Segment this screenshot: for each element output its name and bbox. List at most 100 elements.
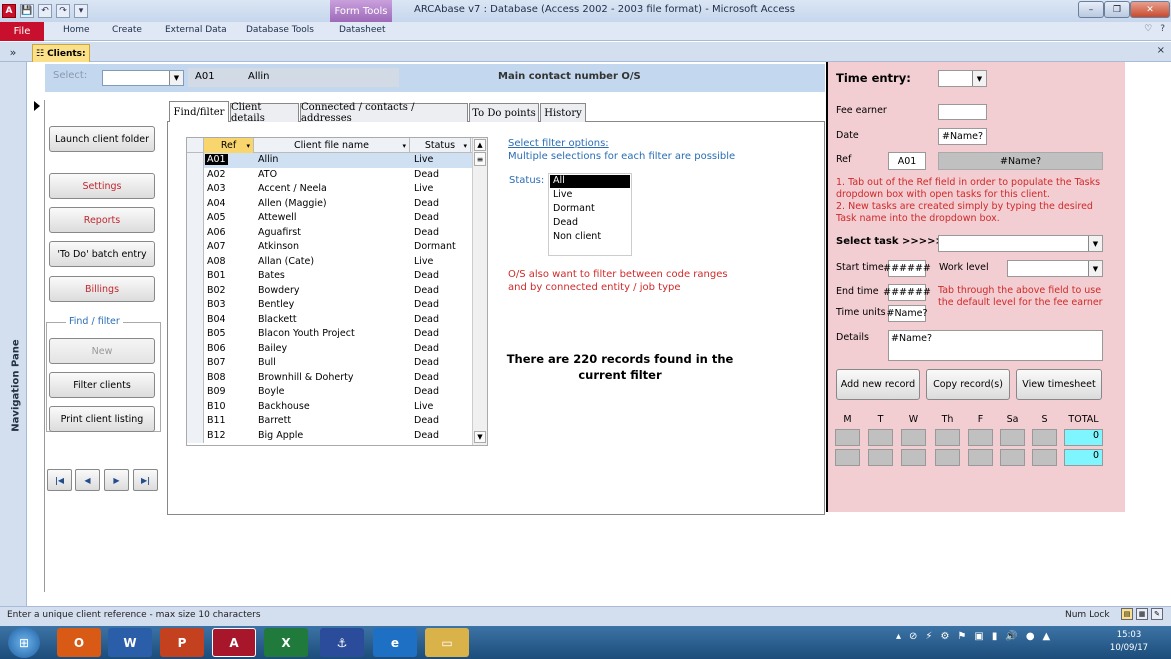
table-row[interactable]: B02 Bowdery Dead — [187, 283, 473, 298]
cell-client-file-name[interactable]: Bowdery — [258, 285, 300, 296]
tab-create[interactable]: Create — [112, 25, 142, 35]
cell-status[interactable]: Live — [414, 154, 433, 165]
table-row[interactable]: B12 Big Apple Dead — [187, 428, 473, 443]
tab-database-tools[interactable]: Database Tools — [246, 25, 314, 35]
table-row[interactable]: B03 Bentley Dead — [187, 298, 473, 313]
select-filter-options-link[interactable]: Select filter options: — [508, 138, 609, 149]
help-icon[interactable]: ? — [1160, 24, 1165, 34]
ribbon-collapse-icon[interactable]: ♡ — [1144, 24, 1152, 34]
scroll-up-icon[interactable]: ▲ — [474, 139, 486, 151]
close-document-icon[interactable]: × — [1157, 45, 1165, 56]
cell-client-file-name[interactable]: Barrett — [258, 415, 291, 426]
document-tab-clients[interactable]: ☷ Clients: — [32, 44, 90, 62]
design-view-icon[interactable]: ✎ — [1151, 608, 1163, 620]
row-selector[interactable] — [187, 298, 204, 313]
time-units-field[interactable]: #Name? — [886, 305, 928, 322]
todo-batch-entry-button[interactable]: 'To Do' batch entry — [49, 241, 155, 267]
cell-ref[interactable]: B11 — [207, 415, 226, 426]
cell-client-file-name[interactable]: Atkinson — [258, 241, 299, 252]
cell-client-file-name[interactable]: ATO — [258, 169, 277, 180]
details-field[interactable]: #Name? — [888, 330, 1103, 361]
word-taskbar-icon[interactable]: W — [108, 628, 152, 657]
timesheet-day-cell[interactable] — [968, 449, 993, 466]
cell-client-file-name[interactable]: Aguafirst — [258, 227, 301, 238]
action-center-icon[interactable]: ⚑ — [957, 631, 966, 642]
tray-app-icon[interactable]: ⚡ — [925, 631, 932, 642]
scroll-thumb[interactable]: ≡ — [474, 152, 486, 166]
status-option-non-client[interactable]: Non client — [550, 231, 630, 244]
cell-client-file-name[interactable]: Bull — [258, 357, 276, 368]
cell-status[interactable]: Dormant — [414, 241, 456, 252]
copy-records-button[interactable]: Copy record(s) — [926, 369, 1010, 400]
cell-status[interactable]: Dead — [414, 343, 439, 354]
cell-ref[interactable]: B03 — [207, 299, 226, 310]
cell-status[interactable]: Dead — [414, 198, 439, 209]
cell-status[interactable]: Dead — [414, 227, 439, 238]
row-selector[interactable] — [187, 312, 204, 327]
cell-ref[interactable]: B07 — [207, 357, 226, 368]
cell-ref[interactable]: A03 — [207, 183, 226, 194]
tab-external-data[interactable]: External Data — [165, 25, 227, 35]
tab-client-details[interactable]: Client details — [230, 102, 299, 124]
record-selector[interactable] — [28, 100, 45, 592]
cell-ref[interactable]: B09 — [207, 386, 226, 397]
timesheet-day-cell[interactable] — [901, 429, 926, 446]
tab-find-filter[interactable]: Find/filter — [169, 101, 229, 122]
cell-client-file-name[interactable]: Big Apple — [258, 430, 303, 441]
date-field[interactable]: #Name? — [938, 128, 987, 145]
cell-status[interactable]: Dead — [414, 169, 439, 180]
add-new-record-button[interactable]: Add new record — [836, 369, 920, 400]
cell-status[interactable]: Dead — [414, 415, 439, 426]
billings-button[interactable]: Billings — [49, 276, 155, 302]
datasheet-view-icon[interactable]: ▦ — [1136, 608, 1148, 620]
nav-pane-expand-button[interactable]: » — [0, 42, 26, 62]
table-row[interactable]: B04 Blackett Dead — [187, 312, 473, 327]
volume-icon[interactable]: 🔊 — [1005, 631, 1017, 642]
cell-client-file-name[interactable]: Allen (Maggie) — [258, 198, 327, 209]
tab-history[interactable]: History — [540, 103, 586, 122]
app-taskbar-icon[interactable]: ⚓ — [320, 628, 364, 657]
table-row[interactable]: A06 Aguafirst Dead — [187, 225, 473, 240]
row-selector[interactable] — [187, 341, 204, 356]
fee-earner-field[interactable] — [938, 104, 987, 120]
select-client-combo[interactable]: ▼ — [102, 70, 184, 86]
start-button[interactable]: ⊞ — [8, 627, 40, 658]
file-tab[interactable]: File — [0, 22, 44, 41]
end-time-field[interactable]: ###### — [883, 284, 931, 301]
cell-client-file-name[interactable]: Accent / Neela — [258, 183, 327, 194]
minimize-button[interactable]: – — [1078, 1, 1104, 18]
view-timesheet-button[interactable]: View timesheet — [1016, 369, 1102, 400]
table-row[interactable]: B10 Backhouse Live — [187, 399, 473, 414]
cell-client-file-name[interactable]: Allan (Cate) — [258, 256, 314, 267]
cell-client-file-name[interactable]: Bailey — [258, 343, 287, 354]
maximize-button[interactable]: ❐ — [1104, 1, 1130, 18]
file-explorer-taskbar-icon[interactable]: ▭ — [425, 628, 469, 657]
cell-client-file-name[interactable]: Bates — [258, 270, 285, 281]
tray-app-icon[interactable]: ⊘ — [909, 631, 917, 642]
cell-status[interactable]: Dead — [414, 430, 439, 441]
filter-clients-button[interactable]: Filter clients — [49, 372, 155, 398]
access-logo-icon[interactable]: A — [2, 4, 16, 18]
chevron-down-icon[interactable]: ▼ — [1088, 236, 1102, 251]
cell-ref[interactable]: A02 — [207, 169, 226, 180]
timesheet-day-cell[interactable] — [935, 449, 960, 466]
time-entry-combo[interactable]: ▼ — [938, 70, 987, 87]
ref-field[interactable]: A01 — [888, 152, 926, 170]
timesheet-day-cell[interactable] — [968, 429, 993, 446]
table-row[interactable]: A07 Atkinson Dormant — [187, 240, 473, 255]
cell-client-file-name[interactable]: Blacon Youth Project — [258, 328, 355, 339]
table-row[interactable]: A01 Allin Live — [187, 153, 473, 168]
timesheet-day-cell[interactable] — [835, 449, 860, 466]
sort-dropdown-icon[interactable]: ▾ — [463, 142, 467, 150]
row-selector[interactable] — [187, 167, 204, 182]
timesheet-day-cell[interactable] — [1000, 429, 1025, 446]
excel-taskbar-icon[interactable]: X — [264, 628, 308, 657]
start-time-field[interactable]: ###### — [883, 260, 931, 277]
select-task-combo[interactable]: ▼ — [938, 235, 1103, 252]
cell-status[interactable]: Dead — [414, 314, 439, 325]
table-row[interactable]: B05 Blacon Youth Project Dead — [187, 327, 473, 342]
cell-status[interactable]: Live — [414, 401, 433, 412]
cell-client-file-name[interactable]: Blackett — [258, 314, 297, 325]
timesheet-day-cell[interactable] — [935, 429, 960, 446]
cell-client-file-name[interactable]: Boyle — [258, 386, 284, 397]
